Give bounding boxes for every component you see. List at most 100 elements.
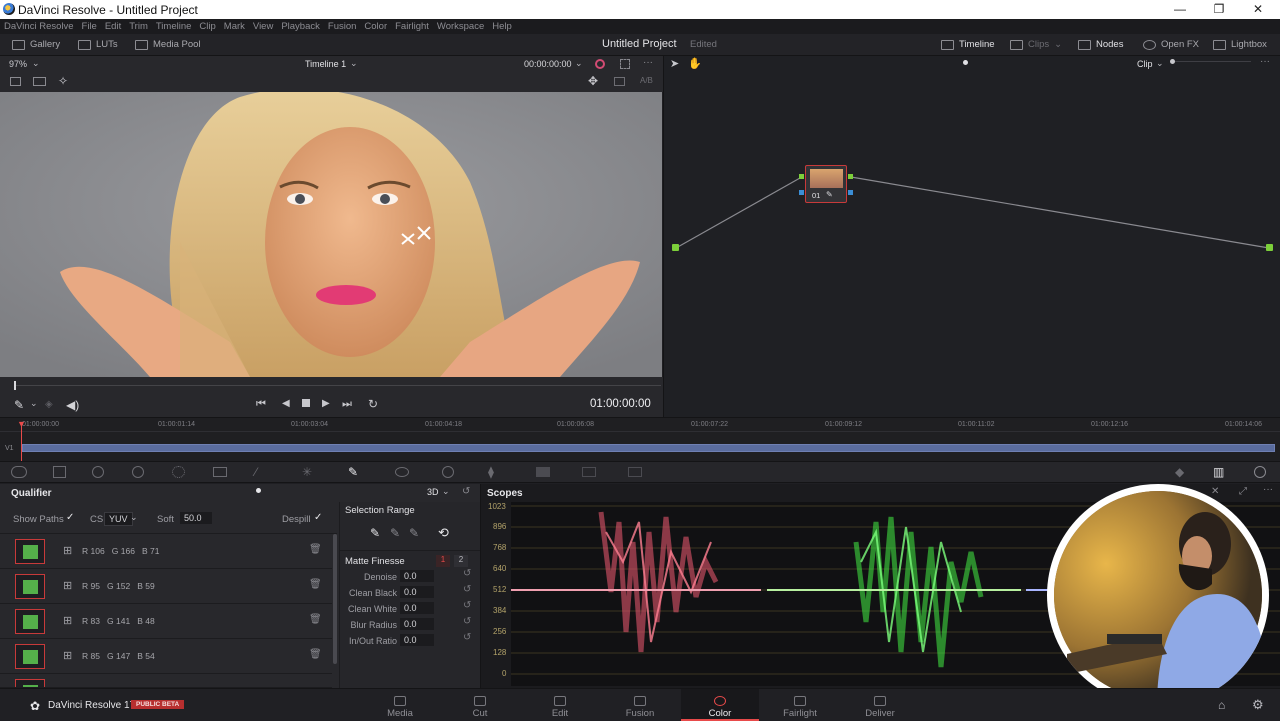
qualifier-tab-icon[interactable]: ✎: [348, 465, 358, 479]
lightbox-toggle-button[interactable]: Lightbox: [1213, 39, 1267, 50]
play-icon[interactable]: ▶: [322, 398, 330, 409]
split-screen-icon[interactable]: [33, 77, 46, 86]
image-wipe-icon[interactable]: [10, 77, 21, 86]
node-key-input[interactable]: [799, 190, 804, 195]
play-reverse-icon[interactable]: ◀: [282, 398, 290, 409]
gallery-button[interactable]: Gallery: [12, 39, 60, 50]
clean-white-input[interactable]: 0.0: [400, 602, 434, 614]
output-node[interactable]: [1266, 244, 1273, 251]
scopes-expand-icon[interactable]: ⤢: [1239, 486, 1247, 497]
home-icon[interactable]: ⌂: [1218, 698, 1225, 712]
sample-row[interactable]: ⊞ R 106 G 166 B 71 🗑: [0, 534, 332, 569]
matte-finesse-tab-2[interactable]: 2: [454, 555, 468, 567]
add-sample-icon[interactable]: ⊞: [63, 579, 72, 592]
zoom-dropdown[interactable]: 97%: [9, 59, 27, 69]
page-tab-cut[interactable]: Cut: [441, 689, 519, 721]
settings-gear-icon[interactable]: ⚙: [1252, 697, 1264, 713]
gallery-still-icon[interactable]: [614, 77, 625, 86]
minimize-button[interactable]: —: [1170, 2, 1190, 16]
fullscreen-icon[interactable]: [620, 59, 630, 69]
picker-subtract-icon[interactable]: ✎: [390, 526, 400, 540]
picker-chevron-icon[interactable]: ⌄: [30, 398, 38, 409]
soft-input[interactable]: 50.0: [180, 512, 212, 524]
reset-in-out-ratio-icon[interactable]: ↺: [463, 632, 471, 643]
scopes-options-icon[interactable]: ···: [1263, 484, 1273, 495]
menu-color[interactable]: Color: [364, 19, 387, 34]
page-tab-fairlight[interactable]: Fairlight: [761, 689, 839, 721]
node-rgb-input[interactable]: [799, 174, 804, 179]
despill-checkbox[interactable]: ✓: [314, 512, 322, 523]
page-tab-media[interactable]: Media: [361, 689, 439, 721]
menu-playback[interactable]: Playback: [281, 19, 320, 34]
key-icon[interactable]: [582, 467, 596, 477]
scrubber-playhead[interactable]: [14, 381, 16, 390]
zoom-chevron-icon[interactable]: ⌄: [32, 58, 40, 69]
qualifier-page-indicator[interactable]: [256, 488, 261, 493]
viewer-image[interactable]: [0, 92, 662, 377]
highlight-icon[interactable]: [595, 59, 605, 69]
menu-fairlight[interactable]: Fairlight: [395, 19, 429, 34]
timeline-selector[interactable]: Timeline 1: [305, 59, 346, 69]
viewer-options-icon[interactable]: ···: [643, 57, 653, 68]
reset-clean-black-icon[interactable]: ↺: [463, 584, 471, 595]
mini-timeline[interactable]: 01:00:00:00 01:00:01:14 01:00:03:04 01:0…: [0, 417, 1280, 462]
window-tab-icon[interactable]: [395, 467, 409, 477]
menu-edit[interactable]: Edit: [105, 19, 121, 34]
curves-icon[interactable]: ⁄: [255, 465, 257, 479]
tracker-icon[interactable]: [442, 466, 454, 478]
delete-sample-icon[interactable]: 🗑: [309, 649, 322, 660]
color-wheels-icon[interactable]: [92, 466, 104, 478]
luts-button[interactable]: LUTs: [78, 39, 118, 50]
timeline-toggle-button[interactable]: Timeline: [941, 39, 995, 50]
reset-qualifier-icon[interactable]: ↺: [462, 486, 470, 497]
sample-row[interactable]: ⊞ R 83 G 141 B 48 🗑: [0, 604, 332, 639]
scrubber-track[interactable]: [15, 385, 661, 386]
sizing-icon[interactable]: [628, 467, 642, 477]
loop-icon[interactable]: ↻: [368, 397, 378, 411]
sample-row[interactable]: [0, 674, 332, 688]
menu-trim[interactable]: Trim: [129, 19, 148, 34]
matte-finesse-tab-1[interactable]: 1: [436, 555, 450, 567]
qualifier-mode-dropdown[interactable]: 3D: [427, 487, 439, 497]
node-key-output[interactable]: [848, 190, 853, 195]
speaker-icon[interactable]: ◀): [66, 398, 79, 412]
nodes-toggle-button[interactable]: Nodes: [1078, 39, 1123, 50]
reset-blur-radius-icon[interactable]: ↺: [463, 616, 471, 627]
page-tab-deliver[interactable]: Deliver: [841, 689, 919, 721]
color-warper-icon[interactable]: ✳: [302, 465, 312, 479]
page-tab-edit[interactable]: Edit: [521, 689, 599, 721]
menu-file[interactable]: File: [82, 19, 97, 34]
camera-raw-icon[interactable]: [11, 466, 27, 478]
denoise-input[interactable]: 0.0: [400, 570, 434, 582]
add-sample-icon[interactable]: ⊞: [63, 649, 72, 662]
scopes-toggle-icon[interactable]: ▥: [1213, 465, 1224, 479]
sample-swatch[interactable]: [15, 679, 45, 687]
hdr-wheels-icon[interactable]: [132, 466, 144, 478]
3d-icon[interactable]: ◆: [1175, 465, 1184, 479]
delete-sample-icon[interactable]: 🗑: [309, 579, 322, 590]
magic-mask-icon[interactable]: ⧫: [488, 465, 494, 479]
magic-wand-icon[interactable]: ✧: [58, 74, 68, 88]
close-button[interactable]: ✕: [1248, 2, 1268, 16]
color-space-chevron-icon[interactable]: ⌄: [130, 512, 138, 523]
color-match-icon[interactable]: [53, 466, 66, 478]
rgb-mixer-icon[interactable]: [172, 466, 185, 478]
scopes-close-icon[interactable]: ✕: [1211, 486, 1219, 497]
open-fx-toggle-button[interactable]: Open FX: [1143, 39, 1199, 50]
menu-workspace[interactable]: Workspace: [437, 19, 484, 34]
ab-compare-button[interactable]: A/B: [640, 76, 653, 85]
clips-toggle-button[interactable]: Clips ⌄: [1010, 39, 1062, 50]
sample-swatch[interactable]: [15, 644, 45, 669]
sample-row[interactable]: ⊞ R 95 G 152 B 59 🗑: [0, 569, 332, 604]
transform-icon[interactable]: ✥: [588, 74, 598, 88]
node-rgb-output[interactable]: [848, 174, 853, 179]
layers-icon[interactable]: ◈: [45, 399, 53, 410]
delete-sample-icon[interactable]: 🗑: [309, 614, 322, 625]
reset-clean-white-icon[interactable]: ↺: [463, 600, 471, 611]
menu-fusion[interactable]: Fusion: [328, 19, 357, 34]
maximize-button[interactable]: ❐: [1209, 2, 1229, 16]
color-node-01[interactable]: 01 ✎: [805, 165, 847, 203]
picker-icon[interactable]: ✎: [370, 526, 380, 540]
sample-swatch[interactable]: [15, 609, 45, 634]
video-clip[interactable]: [22, 444, 1275, 452]
